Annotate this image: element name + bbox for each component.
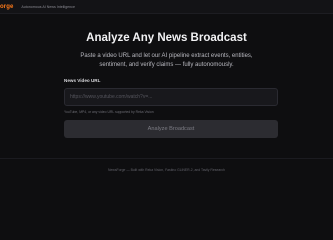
url-hint-text: YouTube, MP4, or any video URL supported… (64, 110, 154, 114)
hero-section: Analyze Any News Broadcast Paste a video… (0, 32, 333, 70)
brand-tagline: Autonomous AI News Intelligence (21, 4, 75, 9)
url-field-label: News Video URL (64, 78, 101, 83)
analyze-form: News Video URL YouTube, MP4, or any vide… (64, 78, 278, 115)
analyze-broadcast-button[interactable]: Analyze Broadcast (64, 120, 278, 138)
page-subtitle: Paste a video URL and let our AI pipelin… (80, 53, 253, 68)
app-page: orge Autonomous AI News Intelligence Ana… (0, 0, 333, 222)
footer-credits: NewsForge — Built with Reka Vision, Fast… (108, 168, 225, 172)
video-url-input[interactable] (64, 88, 278, 106)
footer-divider (0, 158, 333, 159)
brand-logo[interactable]: orge (0, 4, 13, 10)
top-bar: orge Autonomous AI News Intelligence (0, 0, 333, 14)
page-title: Analyze Any News Broadcast (86, 32, 247, 44)
